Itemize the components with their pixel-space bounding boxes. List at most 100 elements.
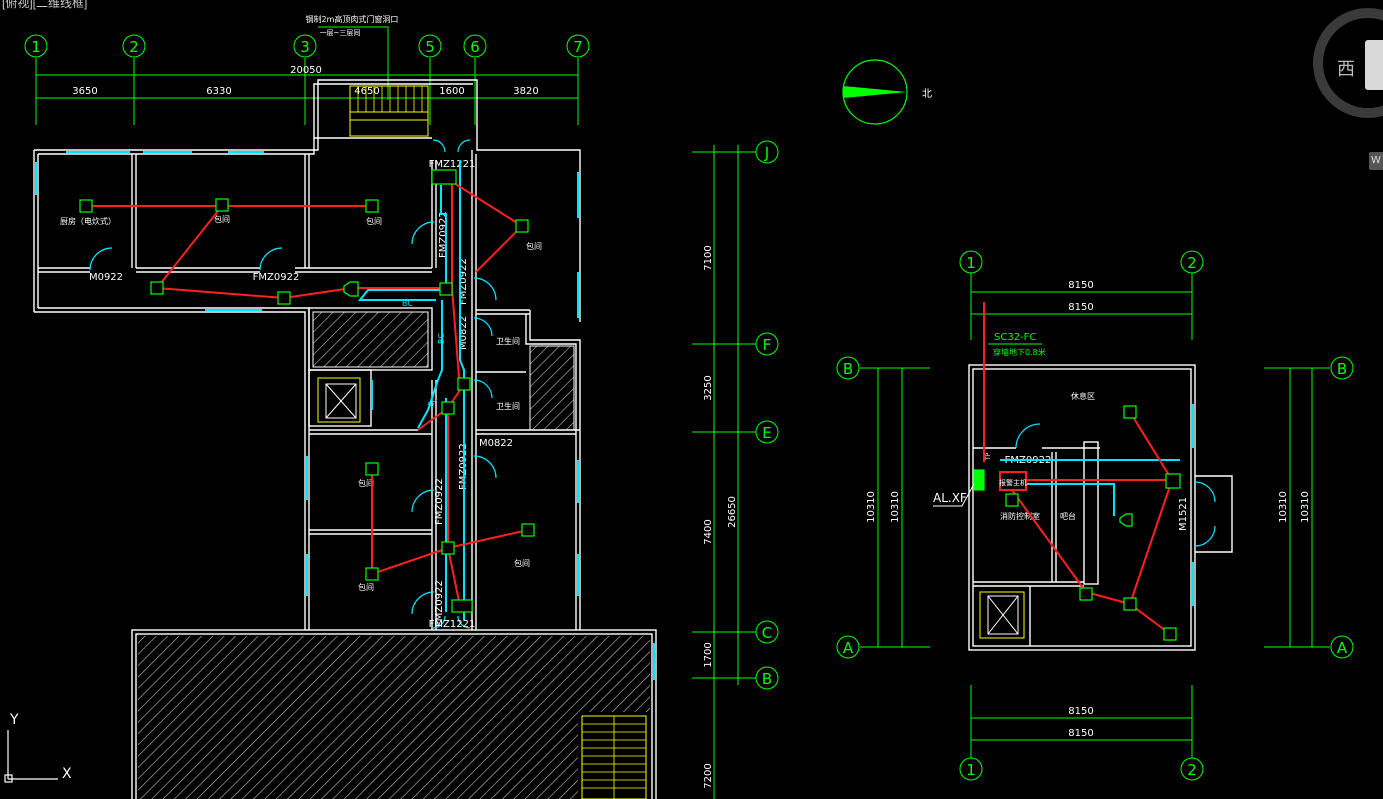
span-dimension-2: 6330 <box>206 86 231 97</box>
room-label-toilet2: 卫生间 <box>496 401 520 411</box>
svg-text:A: A <box>1337 639 1348 657</box>
viewcube-direction-label[interactable]: 西 <box>1337 55 1355 81</box>
pipe-label-bc-1: BC <box>402 299 413 308</box>
row-bubble-E: E <box>755 420 779 444</box>
svg-text:E: E <box>762 424 771 442</box>
elevator-shaft <box>317 377 361 423</box>
room-label-toilet1: 卫生间 <box>496 336 520 346</box>
axis-bubble-7: 7 <box>566 34 590 58</box>
row-dimension-2: 3250 <box>703 375 714 400</box>
small-elevator <box>979 591 1025 639</box>
svg-text:5: 5 <box>425 38 435 56</box>
tp-label: TP <box>985 452 992 461</box>
svg-text:F: F <box>763 336 772 354</box>
svg-text:2: 2 <box>1187 761 1197 779</box>
cable-spec-label: SC32-FC <box>994 332 1036 343</box>
svg-text:B: B <box>843 360 853 378</box>
total-dimension-label: 20050 <box>290 65 322 76</box>
row-bubble-F: F <box>755 332 779 356</box>
small-dim-side-3: 10310 <box>1278 491 1289 523</box>
small-row-bubble-A-right: A <box>1330 635 1354 659</box>
small-row-bubble-A-left: A <box>836 635 860 659</box>
small-dim-side-1: 10310 <box>866 491 877 523</box>
small-dim-bottom-2: 8150 <box>1068 728 1093 739</box>
small-room-rest: 休息区 <box>1071 391 1095 401</box>
svg-text:2: 2 <box>129 38 139 56</box>
ucs-icon: Y X <box>4 712 72 783</box>
svg-text:2: 2 <box>1187 254 1197 272</box>
cad-drawing-canvas[interactable]: 1 2 3 5 6 7 20050 3650 6330 4650 1600 38… <box>0 0 1383 799</box>
row-bubble-C: C <box>755 620 779 644</box>
viewcube-face[interactable] <box>1365 40 1383 90</box>
svg-text:Y: Y <box>9 712 19 728</box>
svg-text:1: 1 <box>31 38 41 56</box>
room-label-room2: 包间 <box>366 216 382 226</box>
pipe-label-bc-2: BC <box>437 333 446 344</box>
row-dimension-1: 7100 <box>703 245 714 270</box>
opening-note-line2: 一层~三层同 <box>320 29 361 37</box>
wcs-menu-button[interactable]: W <box>1369 152 1383 170</box>
door-label-fmz0922-a: FMZ0922 <box>438 211 449 258</box>
small-dim-top-1: 8150 <box>1068 280 1093 291</box>
opening-note-line1: 钢制2m高顶肉式门窗洞口 <box>306 14 399 24</box>
room-label-room6: 包间 <box>358 582 374 592</box>
svg-text:B: B <box>1337 360 1347 378</box>
small-plan-grid <box>860 273 1330 758</box>
small-room-bar: 吧台 <box>1060 511 1076 521</box>
row-dimension-4: 1700 <box>703 642 714 667</box>
fire-alarm-panel: 报警主机 <box>999 471 1027 491</box>
axis-bubble-3: 3 <box>293 34 317 58</box>
fire-detectors <box>79 169 535 613</box>
svg-text:A: A <box>843 639 854 657</box>
north-label: 北 <box>922 88 932 100</box>
span-dimension-1: 3650 <box>72 86 97 97</box>
main-plan-red-cables <box>86 177 529 607</box>
row-axis-grid <box>692 145 756 799</box>
small-dim-side-2: 10310 <box>890 491 901 523</box>
span-dimension-5: 3820 <box>513 86 538 97</box>
small-dim-bottom-1: 8150 <box>1068 706 1093 717</box>
door-label-m0822-h: M0822 <box>479 438 513 449</box>
svg-text:6: 6 <box>470 38 480 56</box>
svg-text:1: 1 <box>966 254 976 272</box>
small-dim-top-2: 8150 <box>1068 302 1093 313</box>
axis-bubble-2: 2 <box>122 34 146 58</box>
small-axis-bubble-2-top: 2 <box>1180 250 1204 274</box>
svg-text:1: 1 <box>966 761 976 779</box>
door-label-fmz1221-bottom: FMZ1221 <box>429 619 476 630</box>
svg-text:报警主机: 报警主机 <box>999 478 1027 487</box>
axis-bubble-1: 1 <box>24 34 48 58</box>
room-label-room1: 包间 <box>214 214 230 224</box>
small-dim-side-4: 10310 <box>1300 491 1311 523</box>
svg-text:7: 7 <box>573 38 583 56</box>
main-plan-hatched-areas <box>138 311 650 799</box>
small-axis-bubble-1-bottom: 1 <box>959 757 983 781</box>
svg-text:3: 3 <box>300 38 310 56</box>
row-dimension-3: 7400 <box>703 519 714 544</box>
row-bubble-J: J <box>755 140 779 164</box>
svg-text:C: C <box>762 624 772 642</box>
north-compass: 北 <box>842 59 932 125</box>
room-label-room3: 包间 <box>526 241 542 251</box>
svg-text:X: X <box>62 766 72 782</box>
door-label-m0922: M0922 <box>89 272 123 283</box>
room-label-kitchen: 厨房（电炊式） <box>60 216 116 226</box>
door-label-fmz1221-top: FMZ1221 <box>429 159 476 170</box>
small-door-m1521: M1521 <box>1178 497 1189 531</box>
door-label-fmz0922-e: FMZ0922 <box>434 478 445 525</box>
pipe-label-bc-3: BC <box>426 395 439 409</box>
cable-note-label: 穿墙地下0.8米 <box>993 347 1046 357</box>
room-label-room5: 包间 <box>514 558 530 568</box>
axis-bubble-6: 6 <box>463 34 487 58</box>
main-plan-doors <box>89 139 497 629</box>
svg-text:J: J <box>764 144 769 162</box>
small-row-bubble-B-left: B <box>836 356 860 380</box>
small-axis-bubble-1-top: 1 <box>959 250 983 274</box>
door-label-fmz0922-b: FMZ0922 <box>253 272 300 283</box>
axis-bubble-5: 5 <box>418 34 442 58</box>
span-dimension-4: 1600 <box>439 86 464 97</box>
row-total-dimension: 26650 <box>727 496 738 528</box>
small-row-bubble-B-right: B <box>1330 356 1354 380</box>
row-bubble-B: B <box>755 666 779 690</box>
small-axis-bubble-2-bottom: 2 <box>1180 757 1204 781</box>
